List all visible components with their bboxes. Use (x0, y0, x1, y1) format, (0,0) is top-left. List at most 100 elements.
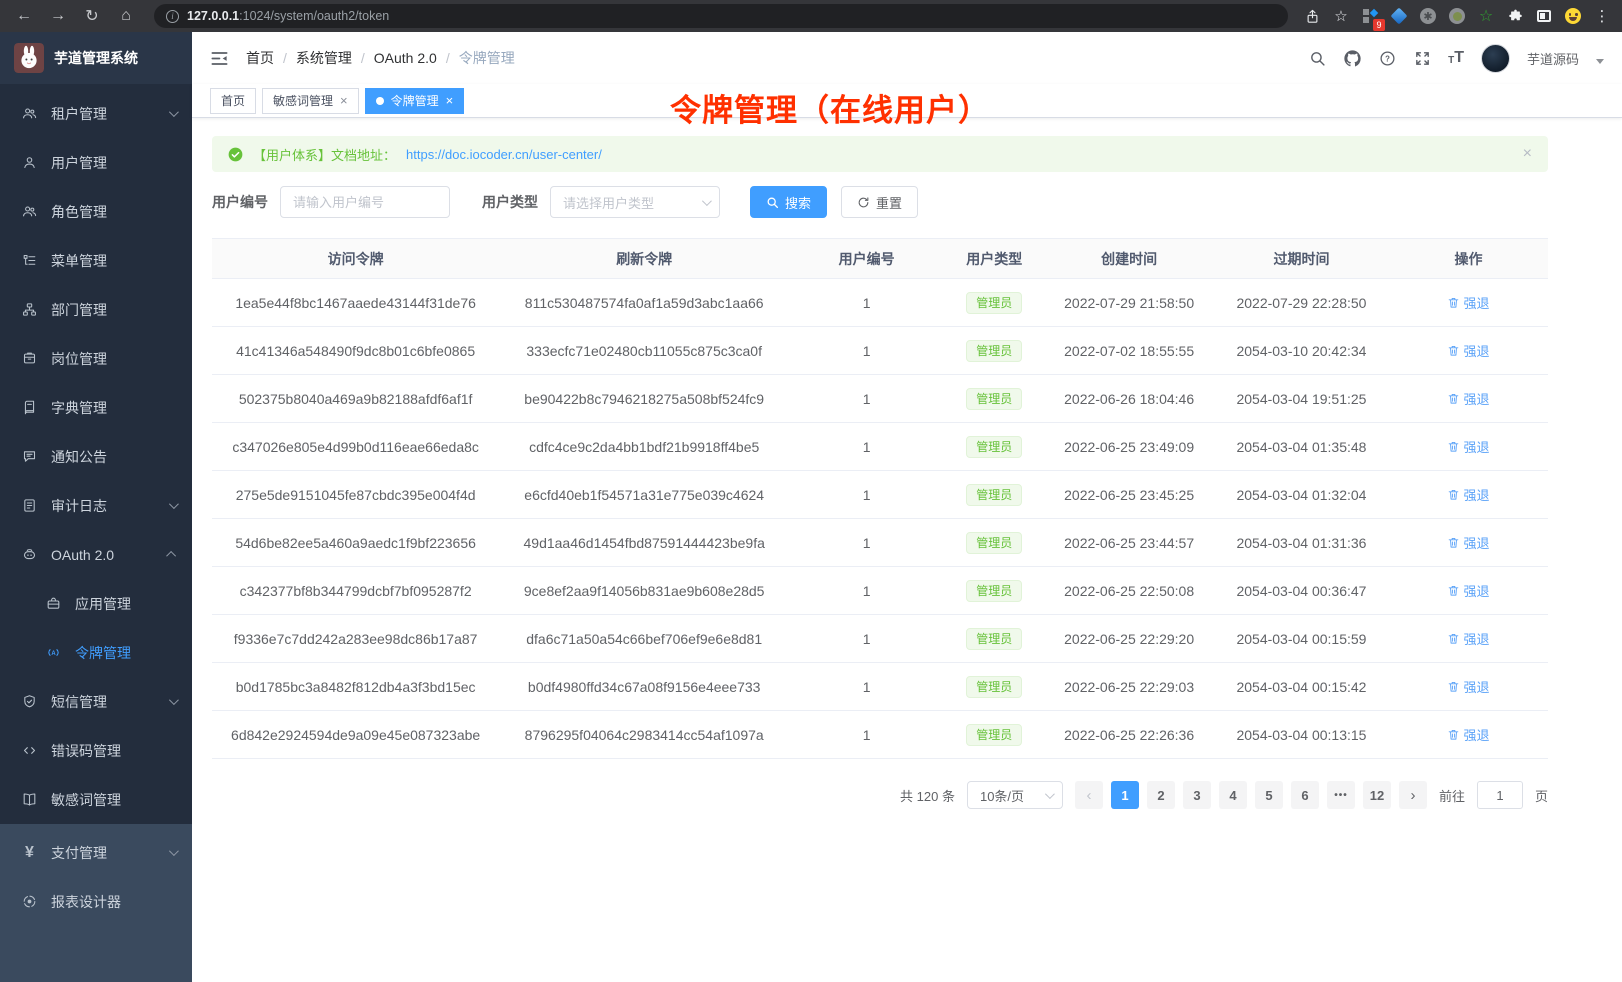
sidebar-item-dept[interactable]: 部门管理 (0, 285, 192, 334)
kick-out-button[interactable]: 强退 (1447, 437, 1489, 456)
access-token-cell: 502375b8040a469a9b82188afdf6af1f (212, 375, 499, 423)
kick-out-button[interactable]: 强退 (1447, 389, 1489, 408)
browser-back-icon[interactable]: ← (10, 4, 38, 28)
kick-out-button[interactable]: 强退 (1447, 725, 1489, 744)
browser-home-icon[interactable]: ⌂ (112, 4, 140, 28)
sidebar-item-pay[interactable]: ¥支付管理 (0, 828, 192, 877)
pagination-page-button[interactable]: 12 (1363, 781, 1391, 809)
table-row: 502375b8040a469a9b82188afdf6af1fbe90422b… (212, 375, 1548, 423)
pagination-page-button[interactable]: 5 (1255, 781, 1283, 809)
kick-out-button[interactable]: 强退 (1447, 485, 1489, 504)
kick-out-button[interactable]: 强退 (1447, 533, 1489, 552)
user-type-cell: 管理员 (944, 519, 1044, 567)
kick-out-button[interactable]: 强退 (1447, 581, 1489, 600)
page-size-select[interactable]: 10条/页 (967, 781, 1063, 809)
fullscreen-icon[interactable] (1413, 49, 1431, 67)
tab-token-management[interactable]: 令牌管理 × (365, 88, 465, 114)
alert-doc-link[interactable]: https://doc.iocoder.cn/user-center/ (406, 147, 602, 162)
pagination-page-button[interactable]: 1 (1111, 781, 1139, 809)
collapse-sidebar-icon[interactable] (210, 47, 232, 69)
header-search-icon[interactable] (1308, 49, 1326, 67)
avatar[interactable] (1481, 44, 1510, 73)
sidebar-item-sms[interactable]: 短信管理 (0, 677, 192, 726)
browser-menu-icon[interactable]: ⋮ (1592, 6, 1612, 26)
sidebar-item-menu[interactable]: 菜单管理 (0, 236, 192, 285)
pagination-page-button[interactable]: 2 (1147, 781, 1175, 809)
created-time-cell: 2022-06-25 23:45:25 (1044, 471, 1214, 519)
kick-out-label: 强退 (1463, 389, 1489, 408)
post-icon (22, 351, 37, 366)
sidebar-item-app[interactable]: 应用管理 (0, 579, 192, 628)
profile-emoji-icon[interactable] (1563, 6, 1583, 26)
site-info-icon[interactable]: i (166, 10, 179, 23)
pagination-prev-button[interactable]: ‹ (1075, 781, 1103, 809)
oauth-icon (22, 547, 37, 562)
report-icon (22, 894, 37, 909)
tab-close-icon[interactable]: × (446, 94, 454, 107)
pagination-page-button[interactable]: 4 (1219, 781, 1247, 809)
tab-close-icon[interactable]: × (340, 94, 348, 107)
sidebar-item-post[interactable]: 岗位管理 (0, 334, 192, 383)
bookmark-star-icon[interactable]: ☆ (1331, 6, 1351, 26)
sidebar-item-oauth[interactable]: OAuth 2.0 (0, 530, 192, 579)
user-type-badge: 管理员 (966, 340, 1022, 362)
kick-out-button[interactable]: 强退 (1447, 677, 1489, 696)
sidebar-item-audit[interactable]: 审计日志 (0, 481, 192, 530)
sidebar-item-role[interactable]: 角色管理 (0, 187, 192, 236)
refresh-icon (857, 196, 870, 209)
user-type-select[interactable]: 请选择用户类型 (550, 186, 720, 218)
top-navbar: 首页 / 系统管理 / OAuth 2.0 / 令牌管理 ? TT 芋道源码 (192, 32, 1622, 84)
kick-out-button[interactable]: 强退 (1447, 629, 1489, 648)
github-icon[interactable] (1343, 49, 1361, 67)
pagination-next-button[interactable]: › (1399, 781, 1427, 809)
tab-home[interactable]: 首页 (210, 88, 256, 114)
breadcrumb-item[interactable]: OAuth 2.0 (374, 50, 437, 66)
tab-sensitive-words[interactable]: 敏感词管理 × (262, 88, 359, 114)
reset-button[interactable]: 重置 (841, 186, 918, 218)
action-cell: 强退 (1389, 375, 1548, 423)
split-view-icon[interactable] (1534, 6, 1554, 26)
pagination-page-button[interactable]: 6 (1291, 781, 1319, 809)
address-bar[interactable]: i 127.0.0.1:1024/system/oauth2/token (154, 4, 1288, 28)
sidebar-item-sensitive[interactable]: 敏感词管理 (0, 775, 192, 824)
user-menu-caret-icon[interactable] (1596, 59, 1604, 64)
user-icon (22, 155, 37, 170)
extension-grid-icon[interactable]: 9 (1360, 6, 1380, 26)
browser-reload-icon[interactable]: ↻ (78, 4, 106, 28)
extension-star-icon[interactable]: ☆ (1476, 6, 1496, 26)
alert-close-icon[interactable]: × (1523, 146, 1532, 162)
user-type-cell: 管理员 (944, 375, 1044, 423)
pagination-ellipsis[interactable]: ••• (1327, 781, 1355, 809)
sidebar-item-report[interactable]: 报表设计器 (0, 877, 192, 926)
chevron-down-icon (169, 695, 179, 705)
extension-wheel-icon[interactable]: ✱ (1418, 6, 1438, 26)
sidebar-item-token[interactable]: A令牌管理 (0, 628, 192, 677)
pagination-page-button[interactable]: 3 (1183, 781, 1211, 809)
kick-out-button[interactable]: 强退 (1447, 341, 1489, 360)
search-button[interactable]: 搜索 (750, 186, 827, 218)
username[interactable]: 芋道源码 (1527, 49, 1579, 68)
breadcrumb-item[interactable]: 首页 (246, 48, 274, 68)
extension-dot-icon[interactable] (1447, 6, 1467, 26)
breadcrumb-item[interactable]: 系统管理 (296, 48, 352, 68)
sidebar-item-tenant[interactable]: 租户管理 (0, 89, 192, 138)
tenant-icon (22, 106, 37, 121)
extensions-puzzle-icon[interactable] (1505, 6, 1525, 26)
sidebar-item-label: 用户管理 (51, 153, 176, 173)
share-icon[interactable] (1302, 6, 1322, 26)
goto-page-input[interactable] (1477, 781, 1523, 809)
kick-out-label: 强退 (1463, 677, 1489, 696)
sidebar-item-user[interactable]: 用户管理 (0, 138, 192, 187)
sidebar-item-dict[interactable]: 字典管理 (0, 383, 192, 432)
sidebar-item-notice[interactable]: 通知公告 (0, 432, 192, 481)
user-id-cell: 1 (789, 615, 944, 663)
sidebar-item-errcode[interactable]: 错误码管理 (0, 726, 192, 775)
help-icon[interactable]: ? (1378, 49, 1396, 67)
browser-forward-icon[interactable]: → (44, 4, 72, 28)
app-logo[interactable]: 芋道管理系统 (0, 32, 192, 84)
kick-out-button[interactable]: 强退 (1447, 293, 1489, 312)
chevron-down-icon (169, 107, 179, 117)
extension-gem-icon[interactable] (1389, 6, 1409, 26)
user-id-input[interactable] (280, 186, 450, 218)
font-size-icon[interactable]: TT (1448, 50, 1464, 66)
